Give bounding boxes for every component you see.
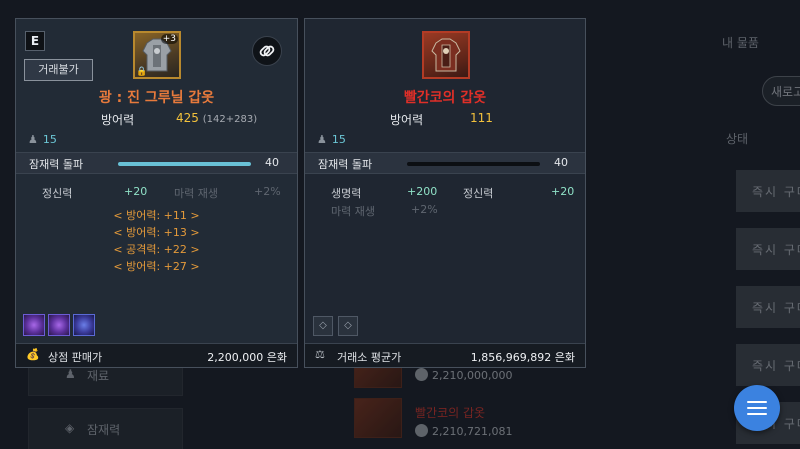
bonus-stat: < 방어력: +27 > bbox=[113, 260, 200, 273]
footer-label: 상점 판매가 bbox=[48, 351, 103, 364]
menu-icon bbox=[747, 401, 767, 403]
gem-icon bbox=[23, 314, 45, 336]
footer-value: 2,200,000 은화 bbox=[207, 351, 287, 364]
armor-icon bbox=[422, 31, 470, 79]
footer-value: 1,856,969,892 은화 bbox=[470, 351, 575, 364]
link-button[interactable] bbox=[252, 36, 282, 66]
pawn-icon: ♟ bbox=[28, 133, 38, 146]
gem-icon bbox=[48, 314, 70, 336]
defense-value: 425 (142+283) bbox=[176, 111, 258, 125]
stat-value: +200 bbox=[407, 185, 438, 198]
item-name: 광 : 진 그루닐 갑옷 bbox=[98, 90, 215, 106]
empty-gem-slot-icon: ◇ bbox=[313, 316, 333, 336]
stat-label: 정신력 bbox=[42, 187, 73, 200]
stat-value: +20 bbox=[551, 185, 575, 198]
gem-icon bbox=[73, 314, 95, 336]
potential-breakthrough-row: 잠재력 돌파 40 bbox=[305, 152, 585, 174]
stat-value: +2% bbox=[411, 203, 438, 216]
item-name: 빨간코의 갑옷 bbox=[403, 90, 487, 106]
money-bag-icon: 💰 bbox=[26, 348, 40, 361]
item-tooltip-equipped: E 거래불가 +3 🔒 광 : 진 그루닐 갑옷 방어력 425 (142+28… bbox=[15, 18, 298, 368]
item-tooltip-compare: 빨간코의 갑옷 방어력 111 ♟ 15 잠재력 돌파 40 생명력 +200 정… bbox=[304, 18, 586, 368]
stat-value: +2% bbox=[254, 185, 281, 198]
footer-label: 거래소 평균가 bbox=[337, 351, 402, 364]
lock-icon: 🔒 bbox=[136, 67, 148, 77]
potential-label: 잠재력 돌파 bbox=[29, 158, 84, 171]
bonus-stat: < 방어력: +13 > bbox=[113, 226, 200, 239]
price-footer: ⚖ 거래소 평균가 1,856,969,892 은화 bbox=[305, 343, 585, 367]
bonus-stat: < 방어력: +11 > bbox=[113, 209, 200, 222]
enhance-level: +3 bbox=[160, 34, 178, 44]
stat-value: +20 bbox=[124, 185, 148, 198]
armor-icon: +3 🔒 bbox=[133, 31, 181, 79]
menu-icon-line bbox=[747, 407, 767, 409]
empty-gem-slot-icon: ◇ bbox=[338, 316, 358, 336]
potential-value: 40 bbox=[265, 156, 279, 169]
menu-button[interactable] bbox=[734, 385, 780, 431]
scale-icon: ⚖ bbox=[315, 348, 325, 361]
potential-breakthrough-row: 잠재력 돌파 40 bbox=[16, 152, 297, 174]
potential-progress-fill bbox=[118, 162, 251, 166]
defense-label: 방어력 bbox=[101, 113, 135, 127]
defense-detail: (142+283) bbox=[202, 114, 258, 125]
pawn-icon: ♟ bbox=[317, 133, 327, 146]
bonus-stat: < 공격력: +22 > bbox=[113, 243, 200, 256]
stat-label: 생명력 bbox=[331, 187, 362, 200]
defense-value: 111 bbox=[470, 111, 493, 125]
potential-progress-bar bbox=[407, 162, 540, 166]
menu-icon-line bbox=[747, 413, 767, 415]
untradeable-badge: 거래불가 bbox=[24, 59, 93, 81]
stat-label: 정신력 bbox=[463, 187, 494, 200]
required-level: ♟ 15 bbox=[317, 133, 346, 146]
link-icon bbox=[259, 45, 275, 57]
stat-label: 마력 재생 bbox=[331, 205, 375, 218]
potential-label: 잠재력 돌파 bbox=[318, 158, 373, 171]
required-level: ♟ 15 bbox=[28, 133, 57, 146]
stat-label: 마력 재생 bbox=[174, 187, 218, 200]
grade-badge: E bbox=[25, 31, 45, 51]
defense-label: 방어력 bbox=[390, 113, 424, 127]
potential-value: 40 bbox=[554, 156, 568, 169]
price-footer: 💰 상점 판매가 2,200,000 은화 bbox=[16, 343, 297, 367]
potential-progress-bar bbox=[118, 162, 251, 166]
